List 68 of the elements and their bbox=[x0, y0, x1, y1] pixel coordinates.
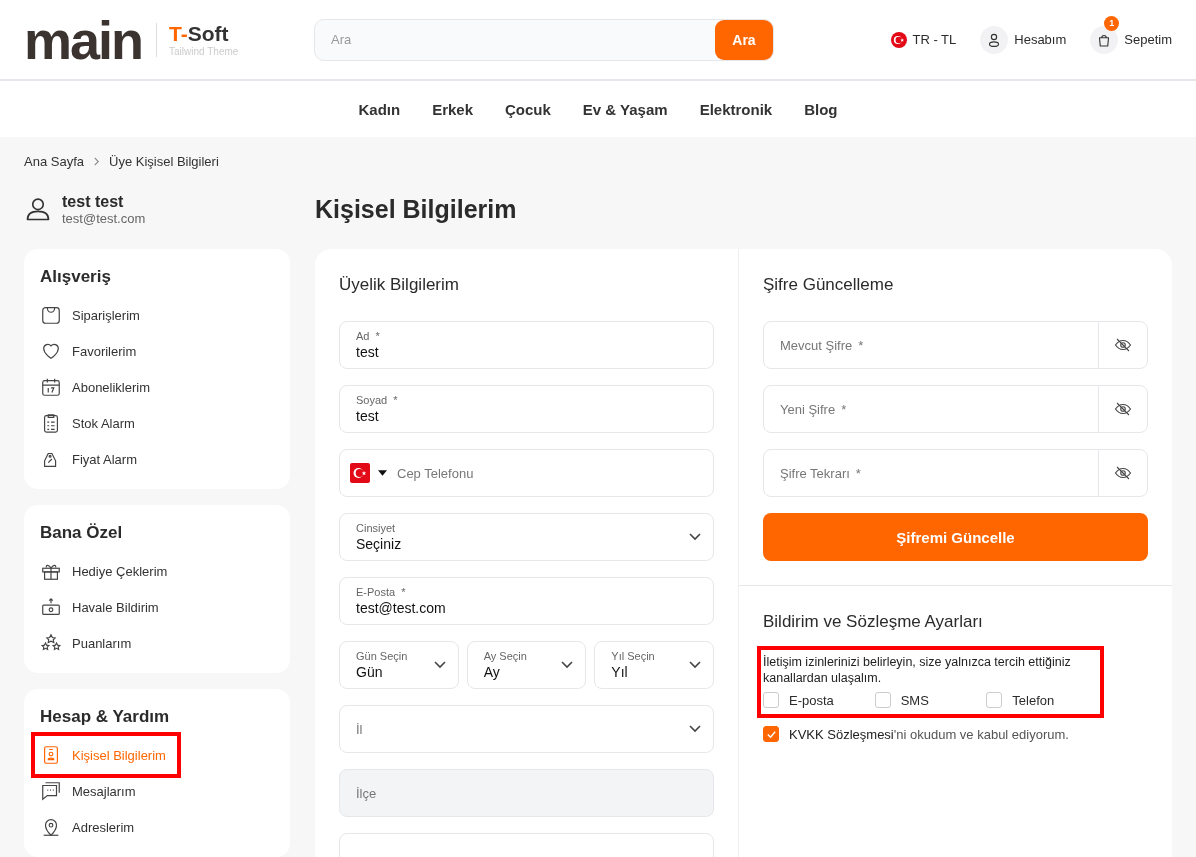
bag-icon bbox=[40, 304, 62, 326]
breadcrumb-link[interactable]: Ana Sayfa bbox=[24, 153, 84, 169]
sidebar-heading: Hesap & Yardım bbox=[40, 707, 171, 727]
account-link[interactable]: Hesabım bbox=[980, 15, 1067, 54]
select-field[interactable]: Ay Seçin Ay bbox=[466, 641, 587, 689]
nav-link[interactable]: Çocuk bbox=[505, 100, 551, 118]
eye-off-icon[interactable] bbox=[1114, 400, 1132, 418]
chevron-right-icon bbox=[92, 156, 101, 166]
section-heading: Bildirim ve Sözleşme Ayarları bbox=[763, 611, 984, 633]
check-icon bbox=[765, 728, 777, 740]
locale-selector[interactable]: TR - TL bbox=[891, 31, 957, 48]
select-field[interactable]: Yıl Seçin Yıl bbox=[594, 641, 714, 689]
user-email: test@test.com bbox=[62, 210, 146, 226]
logo-wordmark[interactable]: main bbox=[24, 12, 143, 67]
sidebar-item[interactable]: Favorilerim bbox=[40, 333, 143, 369]
sidebar-item[interactable]: Mesajlarım bbox=[40, 773, 142, 809]
cart-link[interactable]: 1 Sepetim bbox=[1090, 15, 1172, 54]
flag-icon bbox=[891, 31, 908, 48]
input-field[interactable]: Soyad * test bbox=[339, 385, 714, 433]
nav-link[interactable]: Blog bbox=[804, 100, 838, 118]
money-icon bbox=[40, 596, 62, 618]
password-field[interactable]: Şifre Tekrarı * bbox=[763, 449, 1148, 497]
eye-off-icon[interactable] bbox=[1114, 464, 1132, 482]
brand-name: T-Soft bbox=[169, 22, 230, 46]
sidebar-item[interactable]: Hediye Çeklerim bbox=[40, 553, 174, 589]
chevron-down-icon bbox=[689, 661, 701, 669]
sidebar-heading: Alışveriş bbox=[40, 267, 112, 287]
chevron-down-icon bbox=[433, 661, 446, 669]
nav-link[interactable]: Kadın bbox=[358, 100, 401, 118]
user-icon bbox=[24, 195, 52, 223]
password-field[interactable]: Mevcut Şifre * bbox=[763, 321, 1148, 369]
breadcrumb-current: Üye Kişisel Bilgileri bbox=[109, 153, 219, 169]
chat-icon bbox=[40, 780, 62, 802]
select-field[interactable]: İl bbox=[339, 705, 714, 753]
cart-count-badge: 1 bbox=[1104, 15, 1120, 31]
sidebar-item[interactable]: Puanlarım bbox=[40, 625, 138, 661]
flag-icon bbox=[350, 463, 370, 483]
sidebar-item[interactable]: Stok Alarm bbox=[40, 405, 141, 441]
channel-checkbox[interactable]: E-posta bbox=[763, 692, 875, 708]
nav-link[interactable]: Erkek bbox=[432, 100, 473, 118]
nav-link[interactable]: Elektronik bbox=[699, 100, 773, 118]
password-field[interactable]: Yeni Şifre * bbox=[763, 385, 1148, 433]
phone-field[interactable]: Cep Telefonu bbox=[339, 449, 714, 497]
sidebar-heading: Bana Özel bbox=[40, 523, 124, 543]
sidebar-item[interactable]: Adreslerim bbox=[40, 809, 141, 845]
section-heading: Şifre Güncelleme bbox=[763, 274, 895, 296]
consent-intro: İletişim izinlerinizi belirleyin, size yalnızca tercih ettiğiniz kanallardan ulaşalım. bbox=[763, 654, 1072, 686]
chevron-down-icon bbox=[689, 533, 701, 541]
channel-checkbox[interactable]: SMS bbox=[874, 692, 987, 708]
chevron-down-icon bbox=[561, 661, 574, 669]
select-field[interactable]: Cinsiyet Seçiniz bbox=[339, 513, 714, 561]
chevron-down-icon bbox=[689, 725, 701, 733]
sidebar-item[interactable]: Siparişlerim bbox=[40, 297, 146, 333]
sidebar-item[interactable]: Fiyat Alarm bbox=[40, 441, 143, 477]
channel-checkbox[interactable]: Telefon bbox=[986, 692, 1098, 708]
nav-link[interactable]: Ev & Yaşam bbox=[582, 100, 668, 118]
input-field[interactable]: Ad * test bbox=[339, 321, 714, 369]
page-title: Kişisel Bilgilerim bbox=[315, 194, 518, 225]
sidebar-item[interactable]: Havale Bildirim bbox=[40, 589, 165, 625]
input-field[interactable]: E-Posta * test@test.com bbox=[339, 577, 714, 625]
caret-icon bbox=[378, 470, 387, 476]
eye-off-icon[interactable] bbox=[1114, 336, 1132, 354]
section-heading: Üyelik Bilgilerim bbox=[339, 274, 460, 296]
agreement-checkbox[interactable]: KVKK Sözleşmesi'ni okudum ve kabul ediyorum. bbox=[763, 726, 1148, 742]
select-field[interactable]: Gün Seçin Gün bbox=[339, 641, 459, 689]
user-name: test test bbox=[62, 192, 125, 211]
calendar-icon bbox=[40, 376, 62, 398]
sidebar-item[interactable]: Aboneliklerim bbox=[40, 369, 157, 405]
